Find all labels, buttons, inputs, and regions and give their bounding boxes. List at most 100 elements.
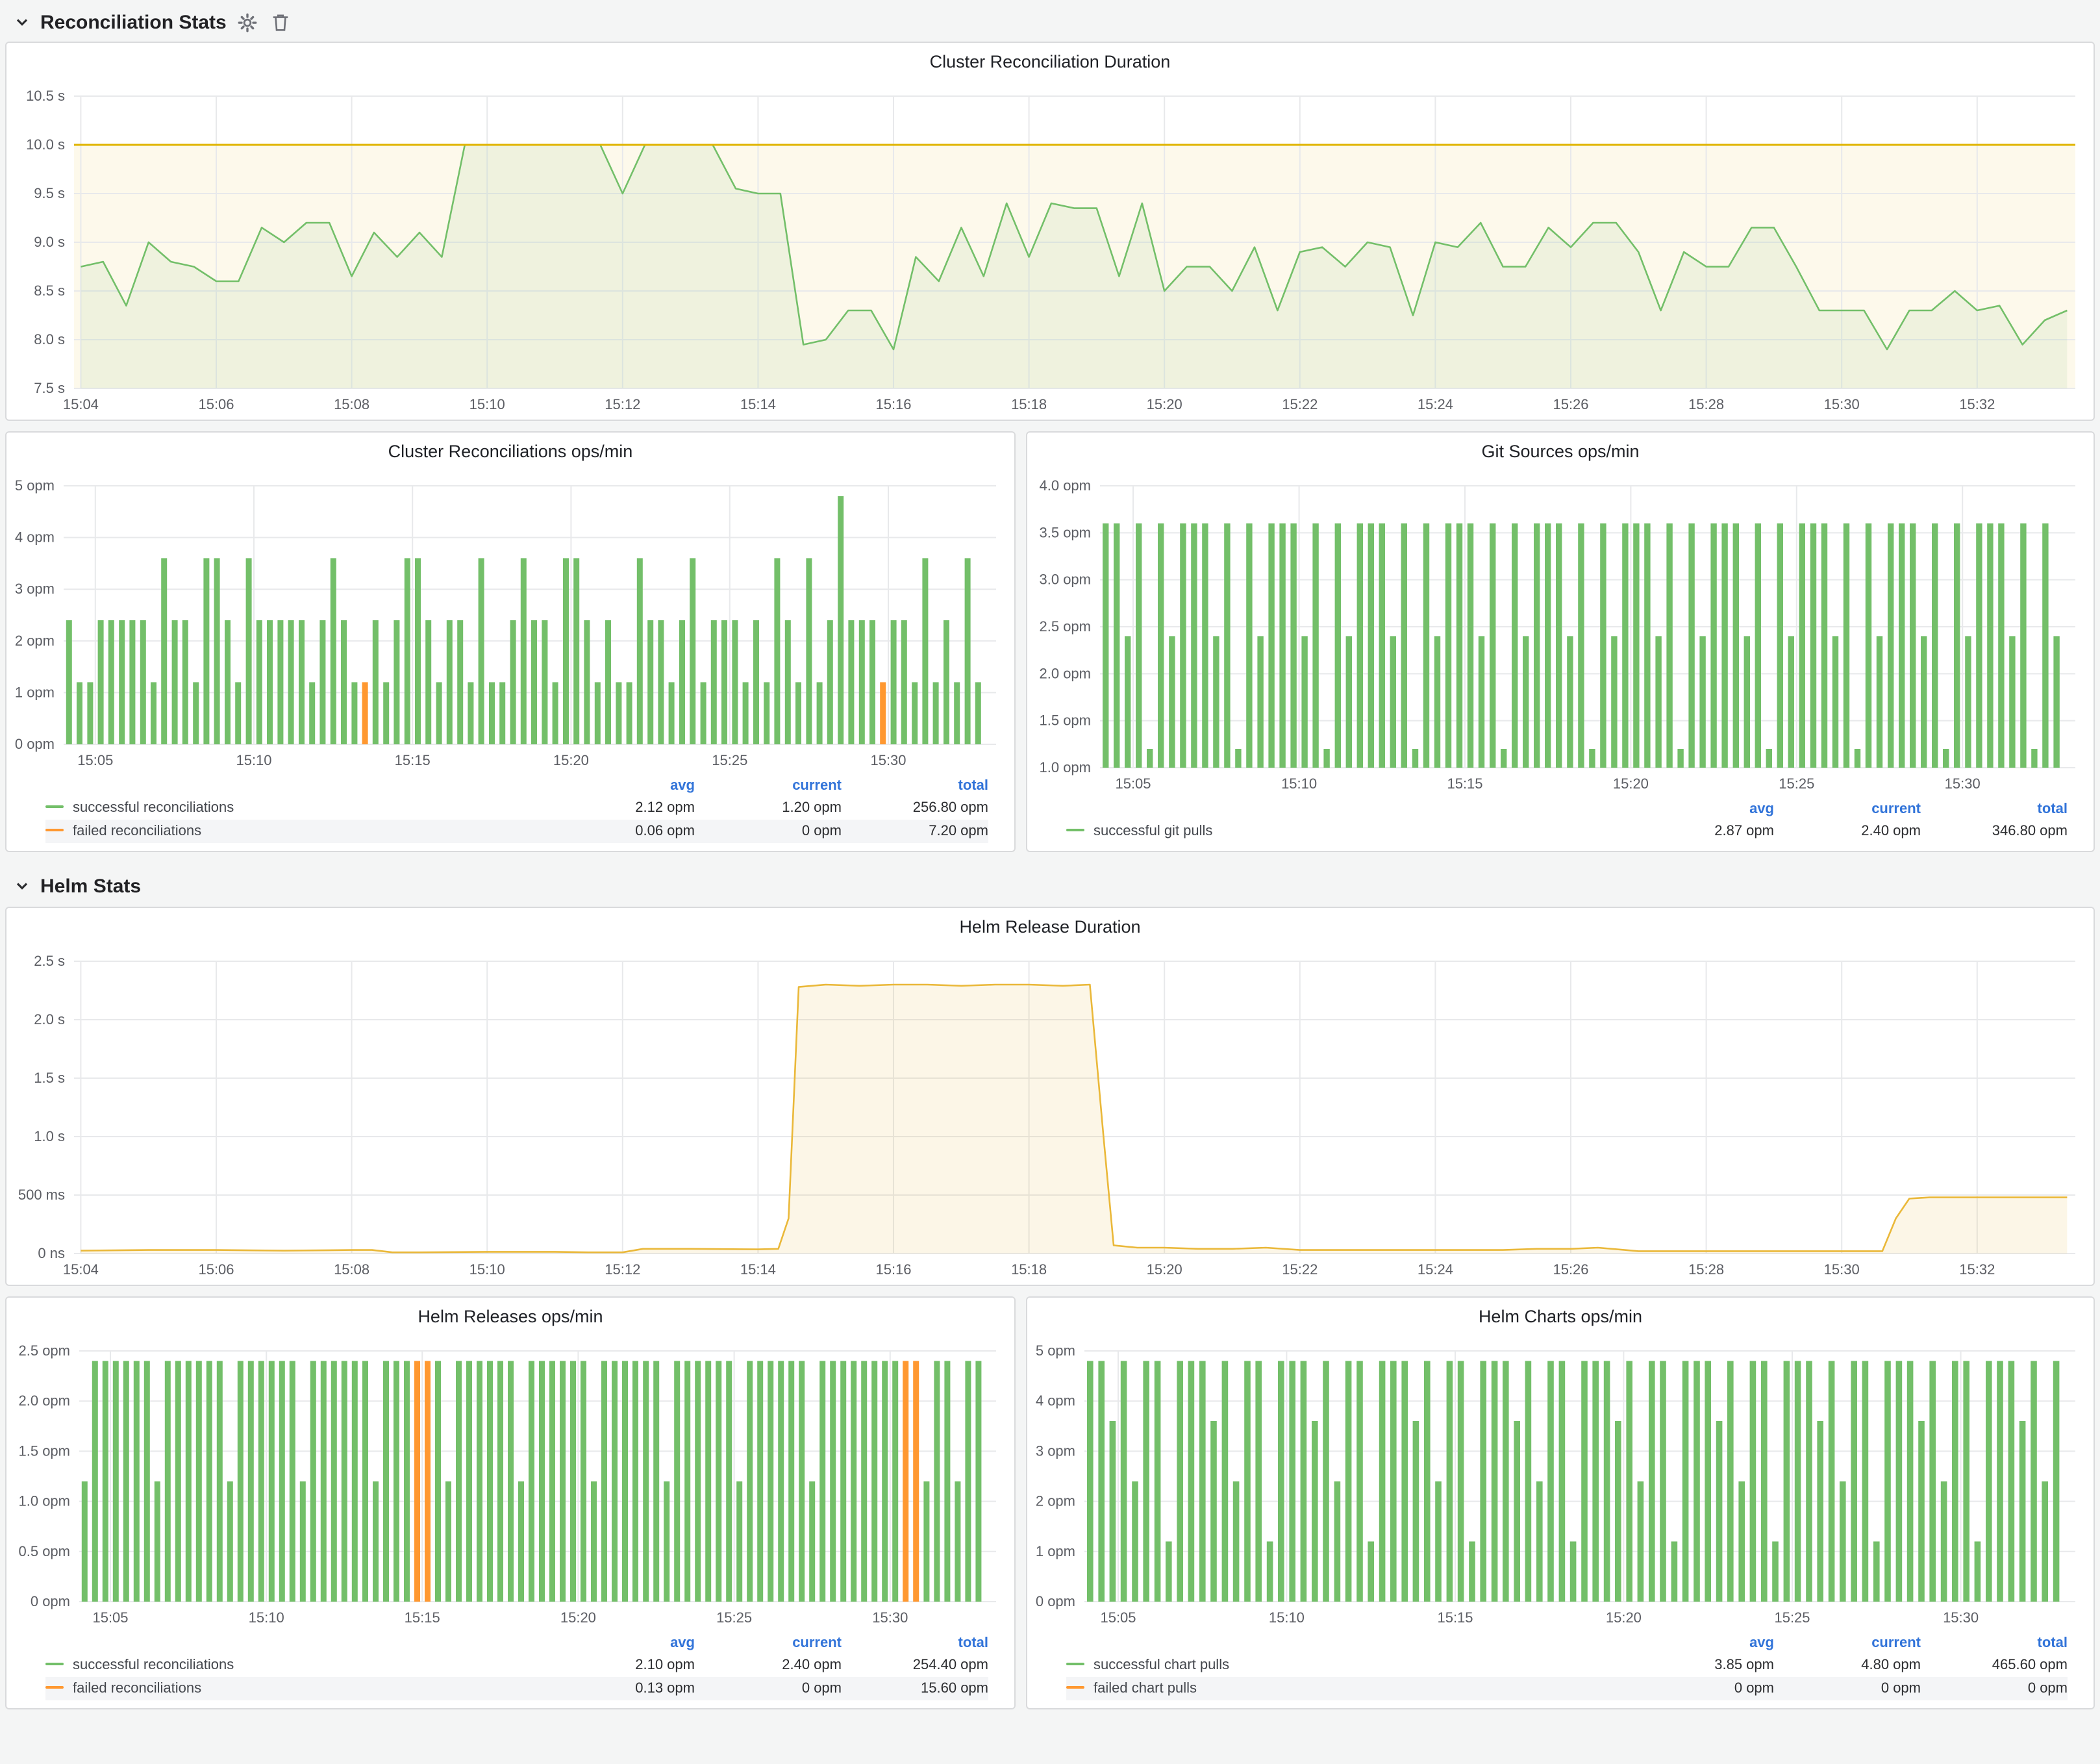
svg-text:15:05: 15:05 xyxy=(77,752,113,768)
legend-header-current[interactable]: current xyxy=(695,775,842,796)
svg-text:0 opm: 0 opm xyxy=(1036,1593,1075,1609)
series-color-swatch xyxy=(1066,829,1084,831)
series-color-swatch xyxy=(45,1686,64,1689)
svg-text:15:06: 15:06 xyxy=(198,1261,234,1278)
legend-series-toggle[interactable]: successful reconciliations xyxy=(45,796,548,820)
stat-total: 346.80 opm xyxy=(1921,820,2068,843)
series-label: failed chart pulls xyxy=(1094,1681,1197,1696)
stat-total: 15.60 opm xyxy=(842,1677,988,1700)
cluster-reconciliation-duration-chart[interactable]: 15:0415:0615:0815:1015:1215:1415:1615:18… xyxy=(6,83,2094,420)
legend-series-toggle[interactable]: successful git pulls xyxy=(1066,820,1627,843)
svg-text:1.0 opm: 1.0 opm xyxy=(19,1493,71,1509)
legend-header-current[interactable]: current xyxy=(1774,799,1921,820)
legend-header-current[interactable]: current xyxy=(695,1633,842,1654)
svg-text:15:30: 15:30 xyxy=(872,1609,908,1626)
helm-releases-chart[interactable]: 15:0515:1015:1515:2015:2515:300 opm0.5 o… xyxy=(6,1338,1014,1633)
section-header-reconciliation-stats[interactable]: Reconciliation Stats xyxy=(5,3,2095,42)
svg-text:4 opm: 4 opm xyxy=(1036,1392,1075,1409)
stat-avg: 0.13 opm xyxy=(548,1677,695,1700)
svg-text:15:25: 15:25 xyxy=(712,752,747,768)
legend-header-total[interactable]: total xyxy=(1921,1633,2068,1654)
legend-header-current[interactable]: current xyxy=(1774,1633,1921,1654)
legend: avg current total successful chart pulls… xyxy=(1027,1633,2094,1708)
svg-text:9.0 s: 9.0 s xyxy=(34,234,65,250)
legend-header-total[interactable]: total xyxy=(1921,799,2068,820)
chevron-down-icon[interactable] xyxy=(13,877,31,895)
stat-avg: 2.12 opm xyxy=(548,796,695,820)
svg-text:15:32: 15:32 xyxy=(1959,1261,1995,1278)
svg-text:4 opm: 4 opm xyxy=(15,529,55,546)
svg-text:15:26: 15:26 xyxy=(1553,396,1588,412)
svg-text:15:20: 15:20 xyxy=(1147,1261,1182,1278)
legend-header-avg[interactable]: avg xyxy=(1627,1633,1774,1654)
panel-title[interactable]: Helm Release Duration xyxy=(6,908,2094,948)
svg-text:15:15: 15:15 xyxy=(395,752,431,768)
git-sources-chart[interactable]: 15:0515:1015:1515:2015:2515:301.0 opm1.5… xyxy=(1027,473,2094,799)
stat-avg: 3.85 opm xyxy=(1627,1654,1774,1677)
panel-cluster-reconciliation-duration: Cluster Reconciliation Duration 15:0415:… xyxy=(5,42,2095,421)
svg-text:2.0 opm: 2.0 opm xyxy=(19,1392,71,1409)
svg-text:15:10: 15:10 xyxy=(249,1609,284,1626)
svg-text:15:08: 15:08 xyxy=(334,396,369,412)
stat-total: 254.40 opm xyxy=(842,1654,988,1677)
legend-header-total[interactable]: total xyxy=(842,775,988,796)
svg-text:15:14: 15:14 xyxy=(740,396,776,412)
series-label: successful chart pulls xyxy=(1094,1657,1229,1673)
legend-header-avg[interactable]: avg xyxy=(1627,799,1774,820)
svg-text:15:10: 15:10 xyxy=(469,396,505,412)
section-title: Helm Stats xyxy=(40,875,141,897)
trash-icon-button[interactable] xyxy=(269,10,293,34)
section-header-helm-stats[interactable]: Helm Stats xyxy=(5,865,2095,907)
gear-icon-button[interactable] xyxy=(236,10,260,34)
stat-total: 465.60 opm xyxy=(1921,1654,2068,1677)
svg-text:15:28: 15:28 xyxy=(1688,396,1724,412)
legend-row: failed reconciliations 0.06 opm 0 opm 7.… xyxy=(45,820,988,843)
series-label: successful git pulls xyxy=(1094,824,1212,839)
stat-current: 2.40 opm xyxy=(1774,820,1921,843)
legend-row: successful git pulls 2.87 opm 2.40 opm 3… xyxy=(1066,820,2068,843)
stat-total: 256.80 opm xyxy=(842,796,988,820)
svg-text:15:20: 15:20 xyxy=(1606,1609,1642,1626)
svg-text:15:04: 15:04 xyxy=(63,1261,99,1278)
helm-release-duration-chart[interactable]: 15:0415:0615:0815:1015:1215:1415:1615:18… xyxy=(6,948,2094,1285)
svg-text:1.0 opm: 1.0 opm xyxy=(1040,759,1092,775)
svg-text:15:10: 15:10 xyxy=(1281,775,1317,792)
legend-header-total[interactable]: total xyxy=(842,1633,988,1654)
svg-text:15:30: 15:30 xyxy=(1824,1261,1860,1278)
svg-text:2 opm: 2 opm xyxy=(1036,1493,1075,1509)
svg-text:3.5 opm: 3.5 opm xyxy=(1040,524,1092,540)
svg-text:15:10: 15:10 xyxy=(1269,1609,1305,1626)
svg-text:15:12: 15:12 xyxy=(605,1261,640,1278)
panel-git-sources-opm: Git Sources ops/min 15:0515:1015:1515:20… xyxy=(1026,431,2095,852)
legend-series-toggle[interactable]: successful chart pulls xyxy=(1066,1654,1627,1677)
chevron-down-icon[interactable] xyxy=(13,13,31,31)
legend-series-toggle[interactable]: failed reconciliations xyxy=(45,1677,548,1700)
svg-text:15:06: 15:06 xyxy=(198,396,234,412)
svg-text:15:18: 15:18 xyxy=(1011,396,1047,412)
panel-title[interactable]: Cluster Reconciliations ops/min xyxy=(6,433,1014,473)
panel-title[interactable]: Helm Charts ops/min xyxy=(1027,1298,2094,1338)
panel-title[interactable]: Helm Releases ops/min xyxy=(6,1298,1014,1338)
stat-avg: 2.10 opm xyxy=(548,1654,695,1677)
panel-title[interactable]: Git Sources ops/min xyxy=(1027,433,2094,473)
legend-header-avg[interactable]: avg xyxy=(548,1633,695,1654)
stat-current: 0 opm xyxy=(695,1677,842,1700)
svg-text:15:30: 15:30 xyxy=(1824,396,1860,412)
svg-text:15:15: 15:15 xyxy=(1437,1609,1473,1626)
panel-title[interactable]: Cluster Reconciliation Duration xyxy=(6,43,2094,83)
legend-series-toggle[interactable]: successful reconciliations xyxy=(45,1654,548,1677)
stat-current: 0 opm xyxy=(695,820,842,843)
svg-text:15:20: 15:20 xyxy=(1613,775,1649,792)
legend-series-toggle[interactable]: failed chart pulls xyxy=(1066,1677,1627,1700)
legend-series-toggle[interactable]: failed reconciliations xyxy=(45,820,548,843)
svg-text:2.0 opm: 2.0 opm xyxy=(1040,665,1092,681)
cluster-reconciliations-chart[interactable]: 15:0515:1015:1515:2015:2515:300 opm1 opm… xyxy=(6,473,1014,775)
legend-header-avg[interactable]: avg xyxy=(548,775,695,796)
svg-text:15:05: 15:05 xyxy=(92,1609,128,1626)
svg-text:9.5 s: 9.5 s xyxy=(34,185,65,201)
svg-text:15:05: 15:05 xyxy=(1100,1609,1136,1626)
svg-text:15:22: 15:22 xyxy=(1282,1261,1318,1278)
svg-text:2 opm: 2 opm xyxy=(15,633,55,649)
helm-charts-chart[interactable]: 15:0515:1015:1515:2015:2515:300 opm1 opm… xyxy=(1027,1338,2094,1633)
svg-text:2.0 s: 2.0 s xyxy=(34,1011,65,1027)
